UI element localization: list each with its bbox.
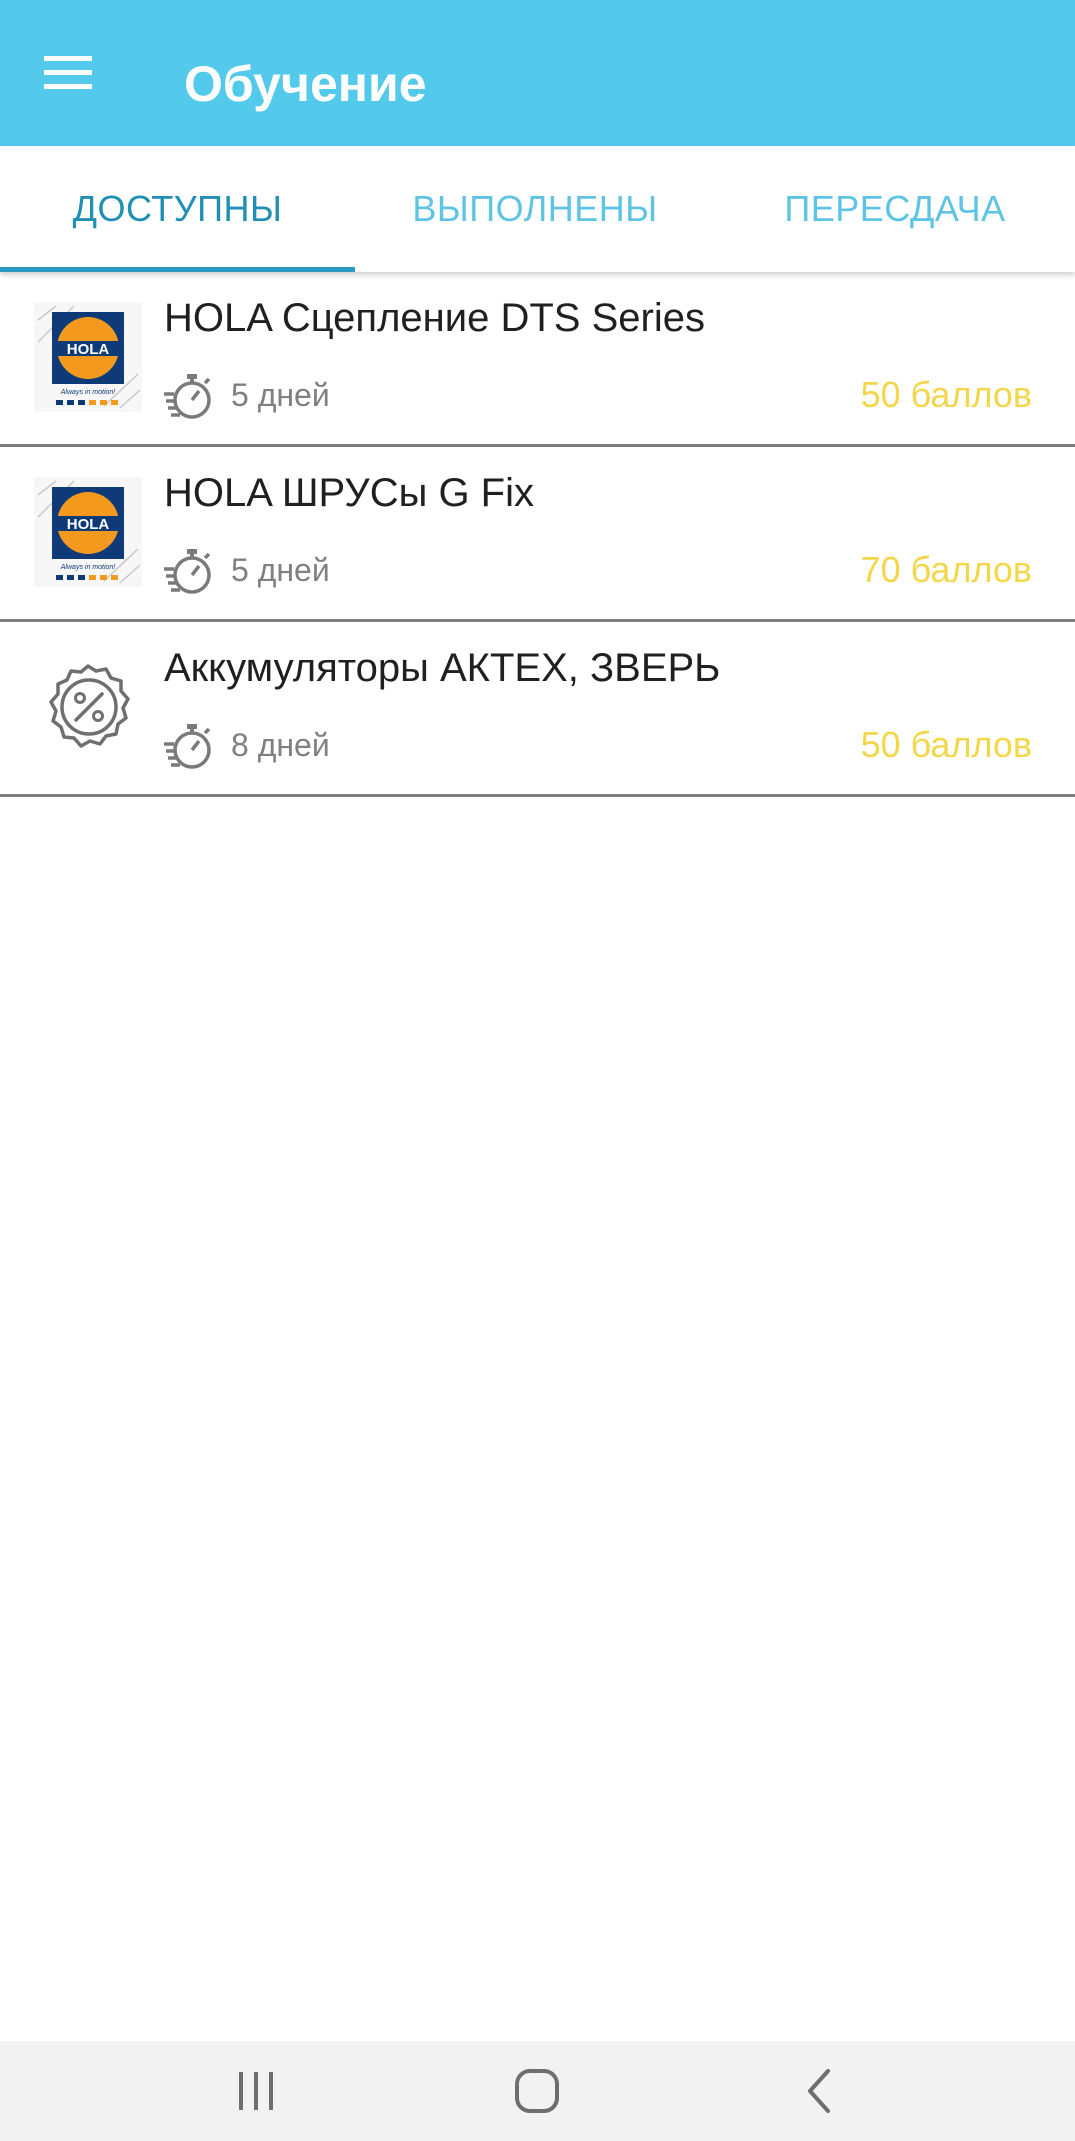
course-title: Аккумуляторы АКТЕХ, ЗВЕРЬ [164,646,721,690]
recents-icon [239,2072,273,2110]
hola-logo-text: HOLA [67,341,110,358]
course-duration: 5 дней [231,377,330,413]
course-points: 50 баллов [860,374,1032,415]
active-tab-indicator [0,267,355,272]
back-icon [808,2069,830,2113]
home-button[interactable] [487,2051,587,2131]
stopwatch-icon [164,724,211,769]
course-duration: 8 дней [231,727,330,763]
system-nav-bar [0,2041,1075,2141]
list-item[interactable]: HOLA Always in motion! HOLA ШРУСы G Fix [0,447,1075,622]
discount-badge-icon [49,664,130,748]
tab-bar: ДОСТУПНЫ ВЫПОЛНЕНЫ ПЕРЕСДАЧА [0,146,1075,272]
page-title: Обучение [184,56,427,112]
back-button[interactable] [770,2051,870,2131]
hola-logo-tagline: Always in motion! [60,564,116,571]
stopwatch-icon [164,374,211,419]
hola-logo: HOLA Always in motion! [34,302,142,412]
course-duration: 5 дней [231,552,330,588]
course-list: HOLA Always in motion! HOLA Сцепление DT… [0,272,1075,797]
hamburger-menu-icon [44,56,92,89]
list-item[interactable]: HOLA Always in motion! HOLA Сцепление DT… [0,272,1075,447]
hola-logo-text: HOLA [67,516,110,533]
home-icon [515,2069,559,2113]
tab-retake[interactable]: ПЕРЕСДАЧА [715,146,1075,272]
hola-logo: HOLA Always in motion! [34,477,142,587]
list-item[interactable]: Аккумуляторы АКТЕХ, ЗВЕРЬ 8 дней 50 балл… [0,622,1075,797]
course-points: 50 баллов [860,724,1032,765]
hola-logo-tagline: Always in motion! [60,389,116,396]
stopwatch-icon [164,549,211,594]
tab-completed[interactable]: ВЫПОЛНЕНЫ [355,146,715,272]
tab-available[interactable]: ДОСТУПНЫ [0,146,355,272]
course-title: HOLA Сцепление DTS Series [164,296,705,340]
recents-button[interactable] [206,2051,306,2131]
app-bar: Обучение [0,0,1075,146]
course-points: 70 баллов [860,549,1032,590]
menu-button[interactable] [28,38,108,108]
app-root: Обучение ДОСТУПНЫ ВЫПОЛНЕНЫ ПЕРЕСДАЧА HO… [0,0,1075,2141]
course-title: HOLA ШРУСы G Fix [164,471,534,515]
